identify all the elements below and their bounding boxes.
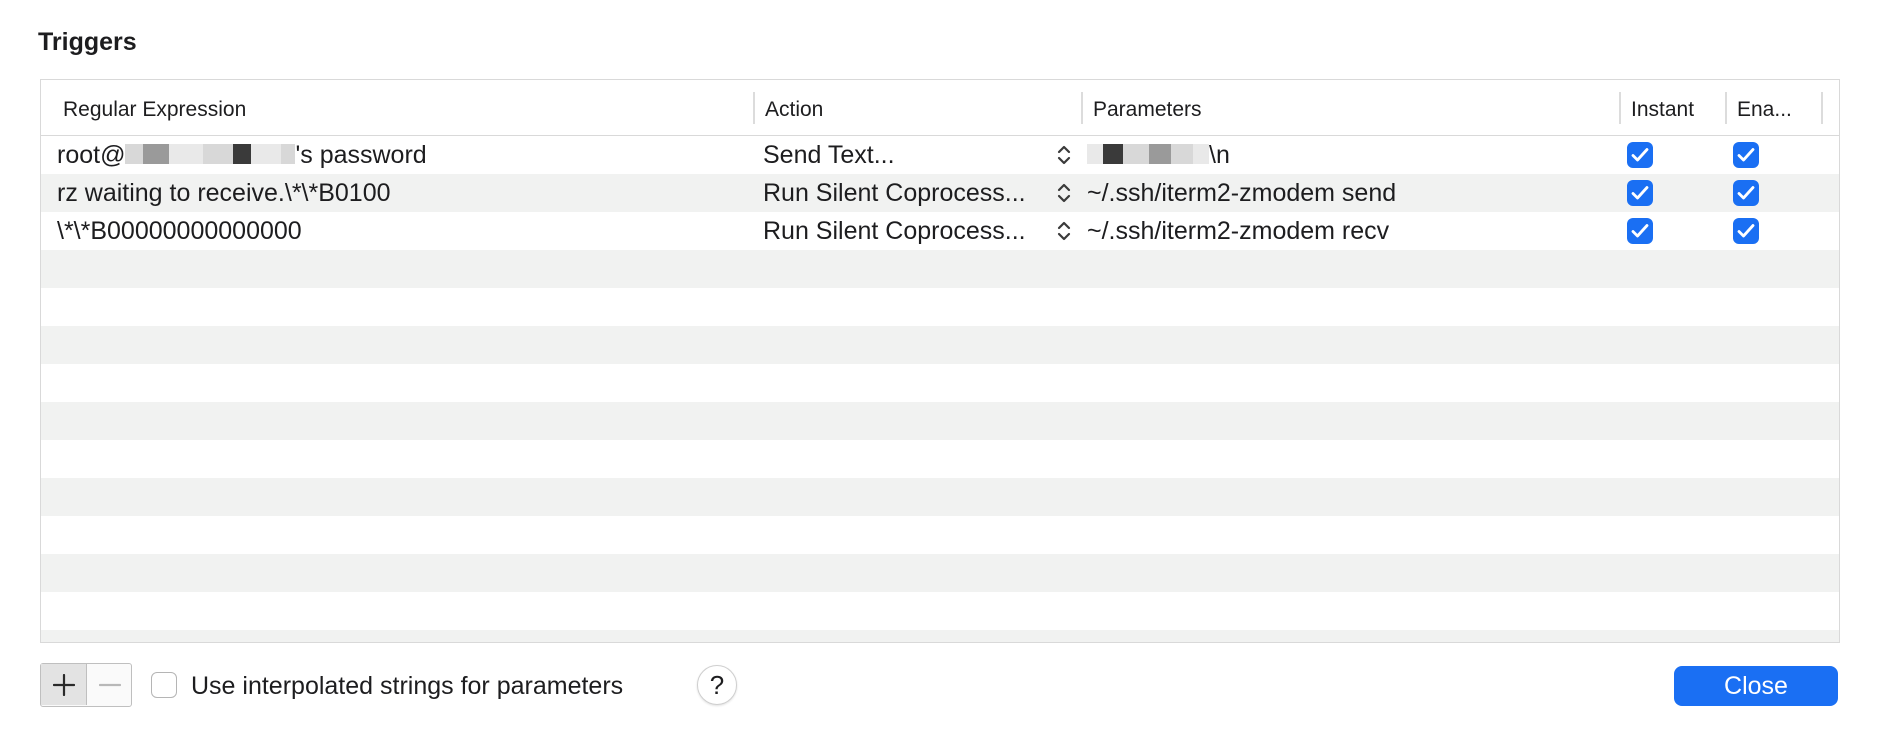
parameters-cell[interactable]: ~/.ssh/iterm2-zmodem recv bbox=[1087, 212, 1607, 250]
column-header-enabled[interactable]: Ena... bbox=[1737, 80, 1792, 136]
column-divider[interactable] bbox=[1081, 92, 1083, 124]
enabled-checkbox[interactable] bbox=[1733, 180, 1759, 206]
checkmark-icon bbox=[1737, 148, 1755, 162]
empty-row bbox=[41, 402, 1839, 440]
minus-icon bbox=[99, 683, 121, 687]
empty-row bbox=[41, 516, 1839, 554]
help-button[interactable]: ? bbox=[697, 665, 737, 705]
up-down-chevron-icon[interactable] bbox=[1055, 174, 1075, 212]
column-header-regex[interactable]: Regular Expression bbox=[63, 80, 246, 136]
regex-suffix: 's password bbox=[295, 141, 427, 169]
column-divider[interactable] bbox=[753, 92, 755, 124]
checkmark-icon bbox=[1631, 224, 1649, 238]
regex-cell[interactable]: root@ 's password bbox=[57, 136, 747, 174]
dialog-title: Triggers bbox=[38, 28, 137, 56]
redacted-region bbox=[125, 144, 144, 165]
interpolated-strings-label[interactable]: Use interpolated strings for parameters bbox=[191, 660, 623, 710]
enabled-checkbox[interactable] bbox=[1733, 142, 1759, 168]
table-header: Regular Expression Action Parameters Ins… bbox=[41, 80, 1839, 136]
question-mark-icon: ? bbox=[709, 670, 725, 700]
redacted-region bbox=[1087, 144, 1103, 165]
table-row[interactable]: rz waiting to receive.\*\*B0100 Run Sile… bbox=[41, 174, 1839, 212]
checkmark-icon bbox=[1631, 148, 1649, 162]
parameters-cell[interactable]: \n bbox=[1087, 136, 1607, 174]
plus-icon bbox=[53, 674, 75, 696]
column-header-instant[interactable]: Instant bbox=[1631, 80, 1694, 136]
close-button[interactable]: Close bbox=[1674, 666, 1838, 706]
up-down-chevron-icon[interactable] bbox=[1055, 212, 1075, 250]
enabled-checkbox[interactable] bbox=[1733, 218, 1759, 244]
redacted-region bbox=[233, 144, 252, 165]
parameters-cell[interactable]: ~/.ssh/iterm2-zmodem send bbox=[1087, 174, 1607, 212]
empty-row bbox=[41, 592, 1839, 630]
empty-row bbox=[41, 630, 1839, 642]
regex-cell[interactable]: rz waiting to receive.\*\*B0100 bbox=[57, 174, 747, 212]
checkmark-icon bbox=[1631, 186, 1649, 200]
empty-row bbox=[41, 364, 1839, 402]
action-popup[interactable]: Run Silent Coprocess... bbox=[763, 212, 1053, 250]
redacted-region bbox=[143, 144, 170, 165]
empty-row bbox=[41, 478, 1839, 516]
triggers-table[interactable]: Regular Expression Action Parameters Ins… bbox=[40, 79, 1840, 643]
interpolated-strings-checkbox[interactable] bbox=[151, 672, 177, 698]
redacted-region bbox=[203, 144, 234, 165]
redacted-region bbox=[1123, 144, 1149, 165]
regex-prefix: root@ bbox=[57, 141, 126, 169]
redacted-region bbox=[251, 144, 282, 165]
empty-row bbox=[41, 440, 1839, 478]
up-down-chevron-icon[interactable] bbox=[1055, 136, 1075, 174]
checkmark-icon bbox=[1737, 224, 1755, 238]
column-divider[interactable] bbox=[1821, 92, 1823, 124]
instant-checkbox[interactable] bbox=[1627, 142, 1653, 168]
table-row[interactable]: \*\*B00000000000000 Run Silent Coprocess… bbox=[41, 212, 1839, 250]
column-divider[interactable] bbox=[1725, 92, 1727, 124]
redacted-region bbox=[169, 144, 204, 165]
regex-cell[interactable]: \*\*B00000000000000 bbox=[57, 212, 747, 250]
instant-checkbox[interactable] bbox=[1627, 180, 1653, 206]
empty-row bbox=[41, 288, 1839, 326]
redacted-region bbox=[1149, 144, 1171, 165]
add-remove-segmented-control bbox=[40, 663, 132, 707]
empty-row bbox=[41, 326, 1839, 364]
redacted-region bbox=[1171, 144, 1193, 165]
redacted-region bbox=[1103, 144, 1123, 165]
empty-row bbox=[41, 250, 1839, 288]
table-row[interactable]: root@ 's password Send Text... \n bbox=[41, 136, 1839, 174]
checkmark-icon bbox=[1737, 186, 1755, 200]
column-header-parameters[interactable]: Parameters bbox=[1093, 80, 1202, 136]
table-body: root@'s password Send Text... \n rz wait… bbox=[41, 136, 1839, 642]
remove-trigger-button[interactable] bbox=[87, 664, 132, 705]
column-divider[interactable] bbox=[1619, 92, 1621, 124]
dialog-footer: Use interpolated strings for parameters … bbox=[0, 660, 1880, 710]
empty-row bbox=[41, 554, 1839, 592]
action-popup[interactable]: Send Text... bbox=[763, 136, 1063, 174]
redacted-region bbox=[281, 144, 296, 165]
action-popup[interactable]: Run Silent Coprocess... bbox=[763, 174, 1053, 212]
instant-checkbox[interactable] bbox=[1627, 218, 1653, 244]
parameters-suffix: \n bbox=[1209, 141, 1230, 169]
redacted-region bbox=[1193, 144, 1209, 165]
triggers-dialog: Triggers Regular Expression Action Param… bbox=[0, 0, 1880, 748]
column-header-action[interactable]: Action bbox=[765, 80, 823, 136]
add-trigger-button[interactable] bbox=[41, 664, 87, 705]
